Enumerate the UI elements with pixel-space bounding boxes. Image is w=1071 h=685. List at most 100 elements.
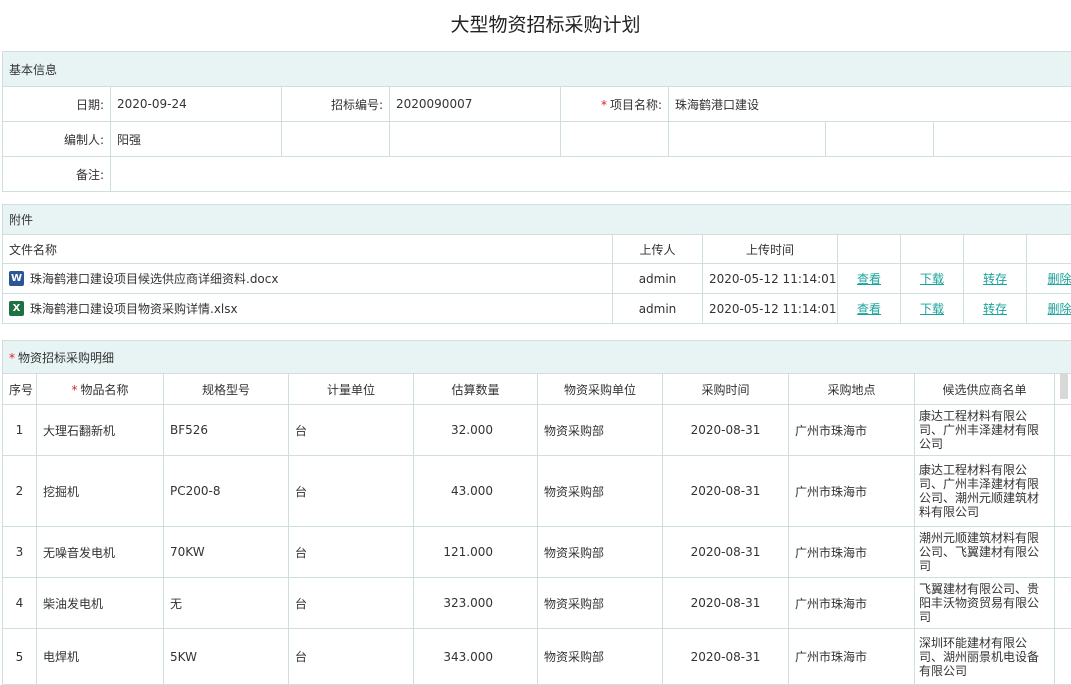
empty-cell [1055,527,1071,578]
attachment-row: W 珠海鹤港口建设项目候选供应商详细资料.docx admin 2020-05-1… [3,264,1071,294]
suppliers: 康达工程材料有限公司、广州丰泽建材有限公司、潮州元顺建筑材料有限公司 [915,456,1055,527]
suppliers: 康达工程材料有限公司、广州丰泽建材有限公司 [915,405,1055,456]
dept: 物资采购部 [538,405,663,456]
project-name-label: *项目名称: [561,87,669,122]
date-field[interactable]: 2020-09-24 [111,87,282,122]
empty-cell [390,122,561,157]
transfer-link[interactable]: 转存 [964,294,1027,324]
bid-no-field[interactable]: 2020090007 [390,87,561,122]
upload-time: 2020-05-12 11:14:01 [703,294,838,324]
empty-cell [838,235,901,264]
col-place: 采购地点 [789,374,915,405]
empty-cell [826,122,934,157]
download-link[interactable]: 下载 [901,294,964,324]
date: 2020-08-31 [663,629,789,685]
dept: 物资采购部 [538,629,663,685]
col-item-name-text: 物品名称 [80,383,128,397]
transfer-link[interactable]: 转存 [964,264,1027,294]
dept: 物资采购部 [538,527,663,578]
required-mark: * [71,383,77,397]
delete-link[interactable]: 删除 [1027,264,1071,294]
suppliers: 飞翼建材有限公司、贵阳丰沃物资贸易有限公司 [915,578,1055,629]
col-no: 序号 [3,374,37,405]
spec: 5KW [164,629,289,685]
uploader: admin [613,264,703,294]
word-icon: W [9,271,24,286]
bid-no-label: 招标编号: [282,87,390,122]
upload-time: 2020-05-12 11:14:01 [703,264,838,294]
col-qty: 估算数量 [414,374,538,405]
date: 2020-08-31 [663,456,789,527]
page-title: 大型物资招标采购计划 [0,10,1071,37]
table-row[interactable]: 3 无噪音发电机 70KW 台 121.000 物资采购部 2020-08-31… [3,527,1071,578]
empty-cell [934,122,1071,157]
empty-cell [669,122,826,157]
date: 2020-08-31 [663,527,789,578]
view-link[interactable]: 查看 [838,294,901,324]
unit: 台 [289,629,414,685]
spec: 70KW [164,527,289,578]
file-name[interactable]: 珠海鹤港口建设项目物资采购详情.xlsx [30,300,238,317]
spec: PC200-8 [164,456,289,527]
file-name[interactable]: 珠海鹤港口建设项目候选供应商详细资料.docx [30,270,278,287]
suppliers: 潮州元顺建筑材料有限公司、飞翼建材有限公司 [915,527,1055,578]
dept: 物资采购部 [538,578,663,629]
attachment-row: X 珠海鹤港口建设项目物资采购详情.xlsx admin 2020-05-12 1… [3,294,1071,324]
item-name: 大理石翻新机 [37,405,164,456]
delete-link[interactable]: 删除 [1027,294,1071,324]
col-file-name: 文件名称 [3,235,613,264]
table-row[interactable]: 2 挖掘机 PC200-8 台 43.000 物资采购部 2020-08-31 … [3,456,1071,527]
empty-cell [1055,456,1071,527]
qty: 343.000 [414,629,538,685]
place: 广州市珠海市 [789,405,915,456]
spec: 无 [164,578,289,629]
table-row[interactable]: 1 大理石翻新机 BF526 台 32.000 物资采购部 2020-08-31… [3,405,1071,456]
row-no: 1 [3,405,37,456]
col-unit: 计量单位 [289,374,414,405]
row-no: 4 [3,578,37,629]
place: 广州市珠海市 [789,456,915,527]
required-mark: * [9,351,15,365]
excel-icon: X [9,301,24,316]
col-uploader: 上传人 [613,235,703,264]
view-link[interactable]: 查看 [838,264,901,294]
col-dept: 物资采购单位 [538,374,663,405]
download-link[interactable]: 下载 [901,264,964,294]
qty: 323.000 [414,578,538,629]
unit: 台 [289,527,414,578]
attachments-header: 附件 [3,205,1071,235]
table-row[interactable]: 4 柴油发电机 无 台 323.000 物资采购部 2020-08-31 广州市… [3,578,1071,629]
col-item-name: *物品名称 [37,374,164,405]
project-name-field[interactable]: 珠海鹤港口建设 [669,87,1071,122]
col-date: 采购时间 [663,374,789,405]
row-no: 5 [3,629,37,685]
row-no: 2 [3,456,37,527]
attachments-table: 附件 文件名称 上传人 上传时间 W 珠海鹤港口建设项目候选供应商详细资料.doc… [2,204,1071,324]
empty-cell [901,235,964,264]
place: 广州市珠海市 [789,629,915,685]
suppliers: 深圳环能建材有限公司、湖州丽景机电设备有限公司 [915,629,1055,685]
unit: 台 [289,456,414,527]
unit: 台 [289,405,414,456]
uploader: admin [613,294,703,324]
date: 2020-08-31 [663,405,789,456]
required-mark: * [601,98,607,112]
row-no: 3 [3,527,37,578]
item-name: 无噪音发电机 [37,527,164,578]
compiler-field[interactable]: 阳强 [111,122,282,157]
remark-field[interactable] [111,157,1071,192]
table-scrollbar[interactable] [1060,373,1068,399]
empty-cell [561,122,669,157]
empty-cell [1027,235,1071,264]
empty-cell [1055,629,1071,685]
place: 广州市珠海市 [789,578,915,629]
date-label: 日期: [3,87,111,122]
compiler-label: 编制人: [3,122,111,157]
col-upload-time: 上传时间 [703,235,838,264]
file-name-cell: X 珠海鹤港口建设项目物资采购详情.xlsx [3,294,613,324]
remark-label: 备注: [3,157,111,192]
basic-info-table: 基本信息 日期: 2020-09-24 招标编号: 2020090007 *项目… [2,51,1071,192]
table-row[interactable]: 5 电焊机 5KW 台 343.000 物资采购部 2020-08-31 广州市… [3,629,1071,685]
project-name-label-text: 项目名称: [610,98,662,112]
col-suppliers: 候选供应商名单 [915,374,1055,405]
